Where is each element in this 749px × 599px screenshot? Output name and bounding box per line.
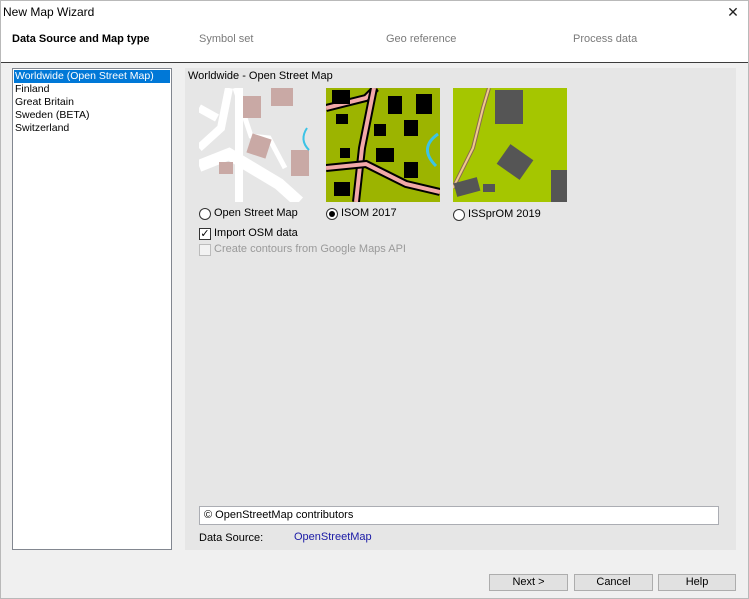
wizard-steps: Data Source and Map type Symbol set Geo … [1,25,748,63]
radio-button[interactable] [326,208,338,220]
help-button[interactable]: Help [658,574,736,591]
region-item-finland[interactable]: Finland [14,83,170,96]
window-title: New Map Wizard [3,5,95,19]
radio-button[interactable] [453,209,465,221]
radio-button[interactable] [199,208,211,220]
isom-2017-preview-image[interactable] [326,88,440,202]
region-item-great-britain[interactable]: Great Britain [14,96,170,109]
data-source-link[interactable]: OpenStreetMap [294,531,372,543]
data-source-label: Data Source: [199,532,264,544]
step-data-source: Data Source and Map type [12,33,150,45]
panel-title: Worldwide - Open Street Map [188,70,333,82]
step-geo-reference: Geo reference [386,33,457,45]
radio-label: Open Street Map [214,207,298,219]
cancel-button[interactable]: Cancel [574,574,653,591]
checkbox-box [199,244,211,256]
map-type-panel: Worldwide - Open Street Map Open Street … [185,68,736,550]
radio-label: ISSprOM 2019 [468,208,541,220]
step-process-data: Process data [573,33,638,45]
checkbox-label: Import OSM data [214,227,298,239]
new-map-wizard-window: New Map Wizard ✕ Data Source and Map typ… [0,0,749,599]
radio-label: ISOM 2017 [341,207,397,219]
close-icon[interactable]: ✕ [718,1,748,23]
step-symbol-set: Symbol set [199,33,254,45]
attribution-field[interactable]: © OpenStreetMap contributors [199,506,719,525]
osm-preview-image[interactable] [199,88,313,202]
region-item-sweden[interactable]: Sweden (BETA) [14,109,170,122]
next-button[interactable]: Next > [489,574,568,591]
region-item-worldwide[interactable]: Worldwide (Open Street Map) [14,70,170,83]
issprom-2019-preview-image[interactable] [453,88,567,202]
checkbox-label: Create contours from Google Maps API [214,243,406,255]
title-bar: New Map Wizard ✕ [1,1,748,25]
checkbox-box[interactable]: ✓ [199,228,211,240]
region-list[interactable]: Worldwide (Open Street Map) Finland Grea… [12,68,172,550]
region-item-switzerland[interactable]: Switzerland [14,122,170,135]
